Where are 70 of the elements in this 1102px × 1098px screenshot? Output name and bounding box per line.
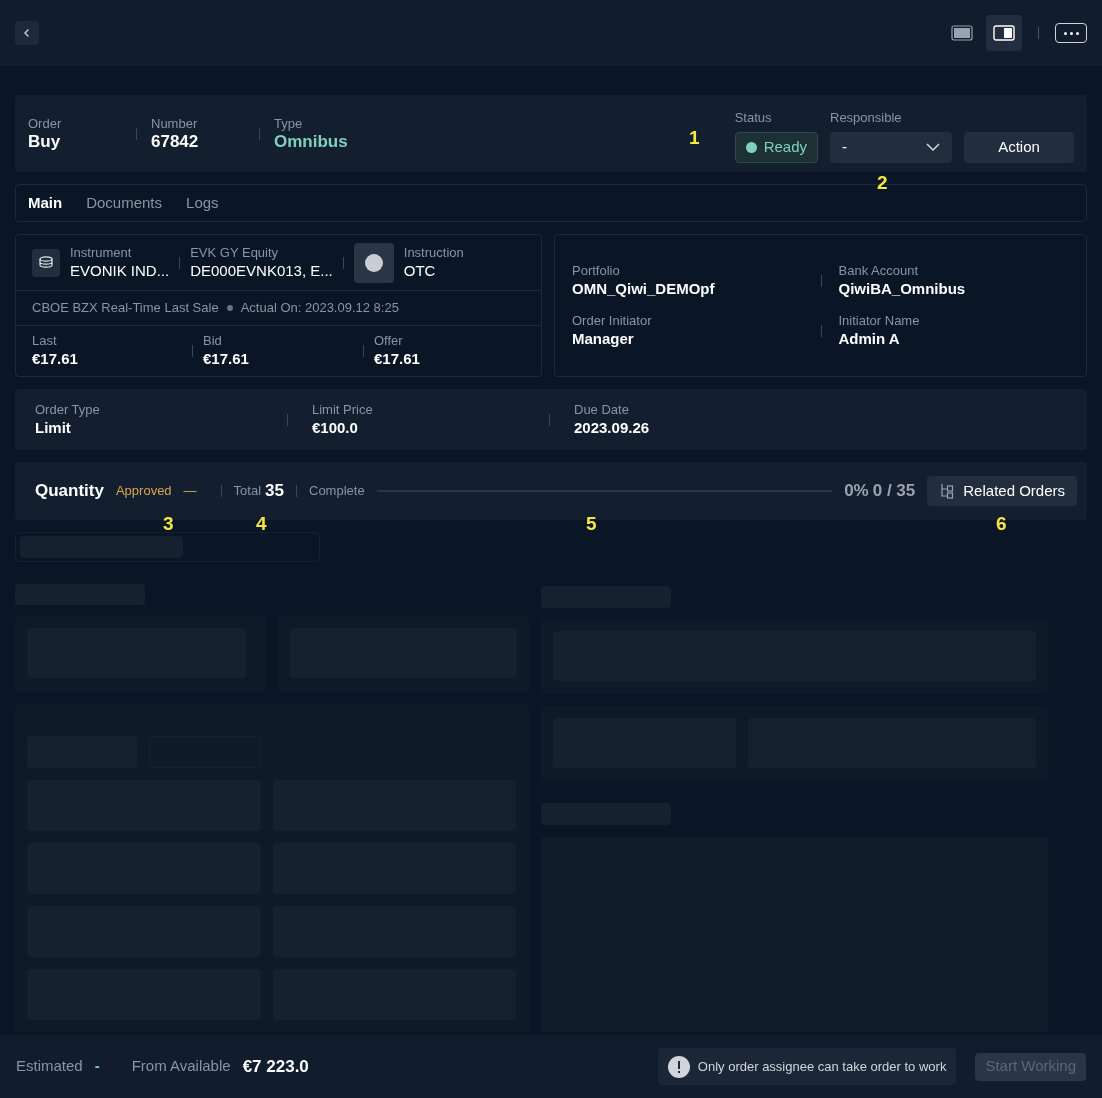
- status-badge: Ready: [734, 131, 818, 163]
- tab[interactable]: Logs: [186, 191, 219, 215]
- field-label: Bank Account: [838, 262, 919, 279]
- action-button[interactable]: Action: [964, 131, 1074, 163]
- tab[interactable]: Main: [28, 191, 63, 215]
- chevron-left-icon: [22, 28, 32, 38]
- field-label: Offer: [374, 333, 404, 349]
- approved-label: Approved: [115, 482, 172, 501]
- field-label: EVK GY Equity: [190, 244, 280, 261]
- field-value: 67842: [151, 131, 200, 152]
- total-value: 35: [265, 480, 284, 503]
- status-label: Status: [734, 109, 773, 128]
- field-label: Instrument: [70, 244, 133, 261]
- callout-number: 5: [586, 514, 597, 534]
- field-label: Initiator Name: [838, 312, 920, 329]
- tab[interactable]: Documents: [86, 191, 163, 215]
- quantity-title: Quantity: [35, 480, 104, 503]
- callout-number: 4: [256, 514, 267, 534]
- field-label: Bid: [203, 333, 223, 349]
- callout-number: 2: [877, 173, 888, 193]
- field-label: Number: [151, 115, 199, 132]
- hierarchy-icon: [939, 483, 956, 499]
- field-value: 2023.09.26: [574, 417, 651, 438]
- progress-percent: 0%: [844, 480, 869, 503]
- available-label: From Available: [131, 1056, 231, 1077]
- field-value: Omnibus: [274, 131, 349, 152]
- field-value: QiwiBA_Omnibus: [838, 278, 966, 299]
- responsible-dropdown[interactable]: -: [830, 131, 952, 163]
- more-options-button[interactable]: [1055, 23, 1087, 43]
- split-panel-icon[interactable]: [986, 15, 1022, 51]
- field-label: Last: [32, 333, 58, 349]
- callout-number: 6: [996, 514, 1007, 534]
- field-value: Admin A: [838, 328, 901, 349]
- estimated-value: -: [94, 1056, 100, 1077]
- field-value: DE000EVNK013, E...: [190, 260, 333, 281]
- field-label: Portfolio: [572, 262, 621, 279]
- field-value: €17.61: [374, 349, 421, 369]
- field-label: Instruction: [403, 244, 464, 261]
- complete-label: Complete: [309, 482, 365, 501]
- field-value: Manager: [572, 328, 635, 349]
- callout-number: 3: [163, 514, 174, 534]
- field-label: Order Initiator: [572, 312, 652, 329]
- field-value: Limit: [35, 417, 72, 438]
- field-value: €100.0: [312, 417, 359, 438]
- exclamation-icon: [667, 1055, 690, 1078]
- field-value: €17.61: [203, 349, 250, 369]
- related-orders-button[interactable]: Related Orders: [927, 476, 1077, 506]
- back-button[interactable]: [15, 21, 39, 45]
- field-value: Buy: [28, 131, 62, 152]
- total-label: Total: [233, 482, 262, 501]
- available-value: €7 223.0: [242, 1055, 309, 1078]
- field-label: Order: [28, 115, 63, 132]
- data-source-text: CBOE BZX Real-Time Last Sale: [32, 299, 219, 318]
- field-label: Due Date: [574, 401, 630, 418]
- coins-icon: [32, 248, 60, 277]
- field-value: OMN_Qiwi_DEMOpf: [572, 278, 715, 299]
- actual-on-text: Actual On: 2023.09.12 8:25: [240, 299, 399, 318]
- callout-number: 1: [689, 128, 700, 148]
- field-label: Order Type: [35, 401, 101, 418]
- field-value: €17.61: [32, 349, 79, 369]
- field-label: Type: [274, 115, 304, 132]
- notice-banner: Only order assignee can take order to work: [657, 1048, 957, 1085]
- progress-count: 0 / 35: [872, 480, 916, 503]
- responsible-label: Responsible: [830, 109, 903, 128]
- field-value: EVONIK IND...: [70, 260, 170, 281]
- chevron-down-icon: [926, 143, 940, 152]
- field-value: OTC: [403, 260, 437, 281]
- approved-value: —: [183, 482, 197, 501]
- field-label: Limit Price: [312, 401, 374, 418]
- estimated-label: Estimated: [16, 1056, 83, 1077]
